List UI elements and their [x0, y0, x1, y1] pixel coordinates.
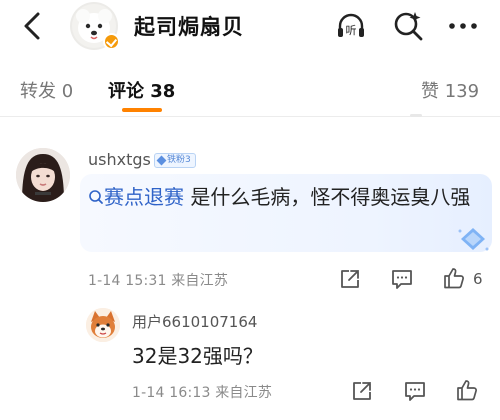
reply-location: 来自江苏 [215, 385, 273, 401]
tab-comments-count: 38 [150, 81, 176, 102]
active-tab-indicator [122, 108, 162, 112]
scroll-indicator [410, 114, 422, 117]
comment-text: 赛点退赛 是什么毛病，怪不得奥运臭八强 [88, 181, 488, 213]
like-count: 6 [473, 270, 483, 288]
comment-location: 来自江苏 [171, 273, 229, 289]
listen-label: 听 [346, 24, 357, 37]
bubble-diamond-icon [458, 228, 489, 251]
tab-reposts-count: 0 [61, 81, 74, 102]
topic-search-icon [89, 190, 103, 204]
tab-comments-label: 评论 [108, 81, 144, 102]
reply-text: 32是32强吗？ [132, 344, 263, 368]
reply-username[interactable]: 用户6610107164 [132, 311, 257, 332]
comment-meta: 1-14 15:31 来自江苏 [88, 270, 228, 290]
top-bar: 起司焗扇贝 听 [0, 0, 500, 52]
commenter-username[interactable]: ushxtgs [88, 150, 151, 169]
tab-reposts-label: 转发 [20, 81, 56, 102]
shiba-avatar-image [86, 308, 120, 342]
tab-comments[interactable]: 评论 38 [108, 77, 175, 103]
reply-time: 1-14 16:13 [132, 385, 211, 401]
reply-like-icon[interactable] [455, 378, 479, 402]
tab-likes[interactable]: 赞 139 [421, 77, 479, 103]
commenter-avatar-image [16, 148, 70, 202]
page-title: 起司焗扇贝 [134, 15, 244, 39]
reply-avatar[interactable] [86, 308, 120, 342]
topic-label: 赛点退赛 [104, 185, 184, 209]
chevron-left-icon[interactable] [14, 8, 50, 44]
comment-time: 1-14 15:31 [88, 273, 167, 289]
like-icon[interactable] [442, 266, 466, 290]
author-avatar[interactable] [70, 2, 120, 50]
tab-likes-count: 139 [444, 81, 480, 102]
share-icon[interactable] [338, 267, 362, 291]
tab-divider [0, 116, 500, 117]
more-icon[interactable] [446, 9, 480, 43]
fan-level-badge: 铁粉3 [154, 153, 196, 168]
tab-bar: 转发 0 评论 38 赞 139 [0, 62, 500, 114]
verified-badge [103, 33, 120, 50]
super-search-icon[interactable] [391, 9, 425, 43]
tab-reposts[interactable]: 转发 0 [20, 77, 73, 103]
listen-icon[interactable]: 听 [334, 9, 368, 43]
topic-link[interactable]: 赛点退赛 [88, 185, 184, 209]
comment-icon[interactable] [390, 267, 414, 291]
reply-comment-icon[interactable] [403, 379, 427, 403]
comment-body: 是什么毛病，怪不得奥运臭八强 [184, 185, 471, 209]
commenter-avatar[interactable] [16, 148, 70, 202]
tab-likes-label: 赞 [421, 81, 439, 102]
reply-meta: 1-14 16:13 来自江苏 [132, 382, 272, 402]
diamond-icon [156, 155, 167, 166]
reply-share-icon[interactable] [350, 379, 374, 403]
fan-badge-label: 铁粉3 [167, 155, 191, 165]
